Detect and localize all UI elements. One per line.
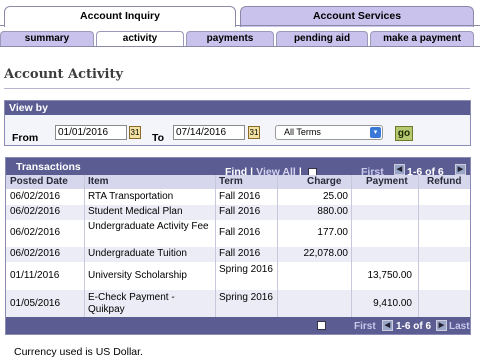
col-charge: Charge bbox=[307, 176, 342, 187]
subtab-activity[interactable]: activity bbox=[96, 31, 184, 46]
column-header-row: Posted Date Item Term Charge Payment Ref… bbox=[6, 175, 470, 189]
subtab-divider bbox=[0, 46, 480, 47]
subtab-make-a-payment[interactable]: make a payment bbox=[370, 31, 474, 46]
column-divider bbox=[418, 175, 419, 318]
grid-header: Transactions Find | View All | First ◀ 1-6 … bbox=[6, 158, 470, 178]
currency-note: Currency used is US Dollar. bbox=[14, 346, 143, 358]
cell-item: E-Check Payment - Quikpay bbox=[88, 292, 175, 315]
cell-term: Fall 2016 bbox=[219, 248, 261, 259]
cell-item: Undergraduate Tuition bbox=[88, 248, 187, 259]
next-arrow-icon[interactable]: ▶ bbox=[436, 320, 447, 331]
prev-arrow-icon[interactable]: ◀ bbox=[382, 320, 393, 331]
first-link[interactable]: First bbox=[354, 321, 376, 332]
col-payment: Payment bbox=[366, 176, 408, 187]
column-divider bbox=[351, 175, 352, 318]
cell-charge: 22,078.00 bbox=[303, 248, 349, 259]
cell-charge: 177.00 bbox=[317, 227, 348, 238]
select-arrow-icon: ▾ bbox=[370, 127, 381, 138]
cell-date: 06/02/2016 bbox=[10, 248, 61, 259]
cell-term: Spring 2016 bbox=[219, 292, 273, 303]
subtab-pending-aid[interactable]: pending aid bbox=[276, 31, 368, 46]
cell-item: University Scholarship bbox=[88, 270, 187, 281]
col-item: Item bbox=[88, 176, 109, 187]
term-select-value: All Terms bbox=[284, 127, 321, 137]
cell-payment: 13,750.00 bbox=[367, 270, 413, 281]
cell-date: 01/05/2016 bbox=[10, 298, 61, 309]
row-count: 1-6 of 6 bbox=[396, 321, 432, 332]
cell-item: Student Medical Plan bbox=[88, 206, 183, 217]
page-title: Account Activity bbox=[4, 67, 124, 82]
to-label: To bbox=[152, 132, 165, 144]
transactions-grid: Transactions Find | View All | First ◀ 1-6 … bbox=[5, 157, 471, 335]
cell-charge: 25.00 bbox=[322, 191, 348, 202]
tab-account-inquiry[interactable]: Account Inquiry bbox=[4, 6, 236, 27]
cell-payment: 9,410.00 bbox=[373, 298, 412, 309]
col-term: Term bbox=[219, 176, 243, 187]
table-row: 01/11/2016 University Scholarship Spring… bbox=[6, 262, 470, 290]
from-label: From bbox=[12, 132, 39, 144]
cell-item: RTA Transportation bbox=[88, 191, 174, 202]
table-row: 01/05/2016 E-Check Payment - Quikpay Spr… bbox=[6, 290, 470, 318]
cell-date: 06/02/2016 bbox=[10, 206, 61, 217]
table-row: 06/02/2016 Undergraduate Tuition Fall 20… bbox=[6, 247, 470, 262]
from-date-input[interactable]: 01/01/2016 bbox=[55, 125, 127, 140]
table-row: 06/02/2016 Student Medical Plan Fall 201… bbox=[6, 205, 470, 220]
download-icon[interactable] bbox=[317, 321, 326, 330]
subtab-summary[interactable]: summary bbox=[0, 31, 94, 46]
column-divider bbox=[277, 175, 278, 318]
prev-arrow-icon[interactable]: ◀ bbox=[394, 164, 405, 175]
grid-footer: First ◀ 1-6 of 6 ▶ Last bbox=[6, 317, 470, 334]
cell-term: Fall 2016 bbox=[219, 227, 261, 238]
cell-date: 06/02/2016 bbox=[10, 227, 61, 238]
to-date-input[interactable]: 07/14/2016 bbox=[173, 125, 245, 140]
cell-date: 01/11/2016 bbox=[10, 270, 60, 281]
col-posted-date: Posted Date bbox=[10, 176, 68, 187]
cell-charge: 880.00 bbox=[317, 206, 348, 217]
calendar-icon[interactable]: 31 bbox=[248, 126, 260, 139]
cell-term: Spring 2016 bbox=[219, 264, 273, 275]
view-by-heading: View by bbox=[5, 101, 470, 115]
last-link[interactable]: Last bbox=[449, 321, 470, 332]
column-divider bbox=[215, 175, 216, 318]
cell-date: 06/02/2016 bbox=[10, 191, 61, 202]
tab-account-services[interactable]: Account Services bbox=[240, 6, 474, 27]
col-refund: Refund bbox=[427, 176, 462, 187]
cell-term: Fall 2016 bbox=[219, 206, 261, 217]
table-row: 06/02/2016 RTA Transportation Fall 2016 … bbox=[6, 190, 470, 205]
column-divider bbox=[84, 175, 85, 318]
title-rule bbox=[4, 88, 470, 89]
view-by-panel: View by From 01/01/2016 31 To 07/14/2016… bbox=[4, 100, 471, 146]
top-tab-bar: Account Inquiry Account Services bbox=[4, 6, 474, 27]
sub-tab-bar: summary activity payments pending aid ma… bbox=[0, 31, 480, 46]
calendar-icon[interactable]: 31 bbox=[129, 126, 141, 139]
subtab-payments[interactable]: payments bbox=[186, 31, 274, 46]
cell-term: Fall 2016 bbox=[219, 191, 261, 202]
next-arrow-icon[interactable]: ▶ bbox=[455, 164, 466, 175]
table-row: 06/02/2016 Undergraduate Activity Fee Fa… bbox=[6, 220, 470, 247]
cell-item: Undergraduate Activity Fee bbox=[88, 221, 209, 232]
go-button[interactable]: go bbox=[395, 126, 413, 141]
term-select[interactable]: All Terms ▾ bbox=[275, 125, 383, 140]
grid-title: Transactions bbox=[16, 161, 81, 173]
